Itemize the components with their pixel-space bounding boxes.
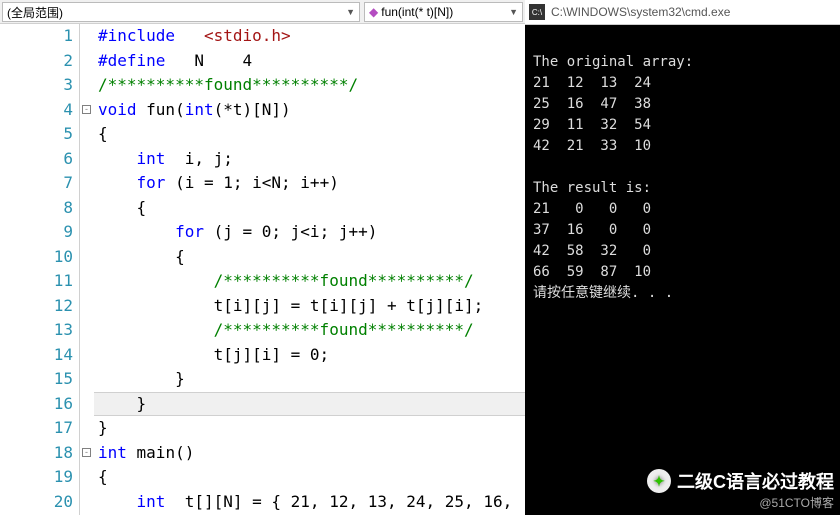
- symbol-label: ◆fun(int(* t)[N]): [369, 5, 453, 19]
- chevron-down-icon: ▼: [509, 7, 518, 17]
- scope-dropdown[interactable]: (全局范围) ▼: [2, 2, 360, 22]
- code-line[interactable]: }: [94, 416, 525, 441]
- code-line[interactable]: {: [94, 465, 525, 490]
- ide-pane: (全局范围) ▼ ◆fun(int(* t)[N]) ▼ 12345678910…: [0, 0, 525, 515]
- code-line[interactable]: }: [94, 367, 525, 392]
- scope-label: (全局范围): [7, 4, 63, 21]
- code-editor[interactable]: 1234567891011121314151617181920 -- #incl…: [0, 24, 525, 515]
- symbol-dropdown[interactable]: ◆fun(int(* t)[N]) ▼: [364, 2, 523, 22]
- code-line[interactable]: /**********found**********/: [94, 318, 525, 343]
- console-output: The original array: 21 12 13 24 25 16 47…: [525, 25, 840, 310]
- toolbar: (全局范围) ▼ ◆fun(int(* t)[N]) ▼: [0, 0, 525, 24]
- console-titlebar[interactable]: C:\ C:\WINDOWS\system32\cmd.exe: [525, 0, 840, 25]
- cmd-icon: C:\: [529, 4, 545, 20]
- code-line[interactable]: {: [94, 196, 525, 221]
- code-line[interactable]: t[j][i] = 0;: [94, 343, 525, 368]
- code-line[interactable]: void fun(int(*t)[N]): [94, 98, 525, 123]
- code-line[interactable]: t[i][j] = t[i][j] + t[j][i];: [94, 294, 525, 319]
- watermark-sub: @51CTO博客: [647, 494, 834, 511]
- code-line[interactable]: int i, j;: [94, 147, 525, 172]
- console-pane: C:\ C:\WINDOWS\system32\cmd.exe The orig…: [525, 0, 840, 515]
- watermark-title: 二级C语言必过教程: [677, 468, 834, 494]
- code-line[interactable]: for (j = 0; j<i; j++): [94, 220, 525, 245]
- code-line[interactable]: for (i = 1; i<N; i++): [94, 171, 525, 196]
- code-line[interactable]: #define N 4: [94, 49, 525, 74]
- line-gutter: 1234567891011121314151617181920: [0, 24, 80, 515]
- code-area[interactable]: #include <stdio.h>#define N 4/**********…: [94, 24, 525, 515]
- chevron-down-icon: ▼: [346, 7, 355, 17]
- code-line[interactable]: /**********found**********/: [94, 269, 525, 294]
- console-title: C:\WINDOWS\system32\cmd.exe: [551, 5, 730, 19]
- fold-column: --: [80, 24, 94, 515]
- code-line[interactable]: {: [94, 122, 525, 147]
- watermark: ✦ 二级C语言必过教程 @51CTO博客: [647, 468, 834, 511]
- code-line[interactable]: {: [94, 245, 525, 270]
- wechat-icon: ✦: [647, 469, 671, 493]
- code-line[interactable]: /**********found**********/: [94, 73, 525, 98]
- code-line[interactable]: int main(): [94, 441, 525, 466]
- code-line[interactable]: #include <stdio.h>: [94, 24, 525, 49]
- code-line[interactable]: int t[][N] = { 21, 12, 13, 24, 25, 16,: [94, 490, 525, 515]
